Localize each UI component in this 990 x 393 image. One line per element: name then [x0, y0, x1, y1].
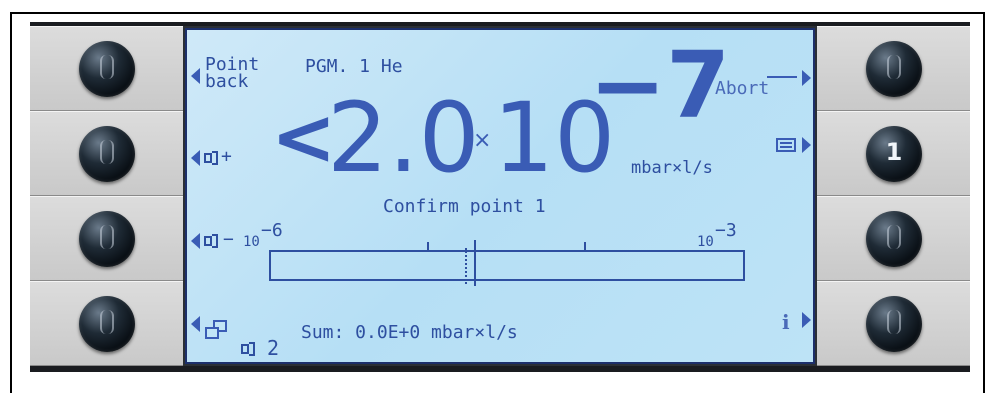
- softkey-number: 1: [885, 138, 903, 166]
- arrow-left-icon: [191, 316, 200, 332]
- speaker-bracket: [212, 234, 218, 248]
- key-panel-right-3: [817, 196, 970, 281]
- message-text: Confirm point 1: [383, 196, 546, 217]
- arrow-right-icon: [802, 70, 811, 86]
- frame-line-left: [10, 12, 12, 393]
- speaker-icon: [204, 153, 212, 163]
- key-panel-right-4: [817, 281, 970, 366]
- key-mark: [887, 55, 901, 79]
- softkey-right-1[interactable]: [866, 41, 922, 97]
- key-mark: [887, 310, 901, 334]
- softkey-left-4[interactable]: [79, 296, 135, 352]
- volume-down-label[interactable]: −: [223, 229, 234, 250]
- key-mark: [100, 140, 114, 164]
- sum-label: Sum: 0.0E+0 mbar×l/s: [301, 322, 518, 343]
- lcd-screen: Point back PGM. 1 He Abort < 2.0 × 10 −7…: [185, 28, 815, 364]
- device-panel: 1 Point back PGM. 1 He Abort < 2.0 × 10 …: [30, 22, 970, 372]
- arrow-left-icon: [191, 68, 200, 84]
- speaker-icon: [204, 236, 212, 246]
- softkey-left-3[interactable]: [79, 211, 135, 267]
- frame-line-right: [983, 12, 985, 393]
- bar-marker-setpoint: [465, 248, 467, 284]
- key-mark: [100, 55, 114, 79]
- list-icon[interactable]: [776, 138, 796, 152]
- volume-level: 2: [267, 336, 280, 360]
- key-mark: [100, 310, 114, 334]
- key-panel-left-1: [30, 26, 183, 111]
- program-label: PGM. 1 He: [305, 56, 403, 77]
- scale-min-exp: −6: [261, 220, 283, 241]
- reading-mantissa: 2.0: [327, 82, 480, 194]
- info-icon[interactable]: i: [782, 310, 790, 334]
- key-panel-right-1: [817, 26, 970, 111]
- softkey-left-2[interactable]: [79, 126, 135, 182]
- frame-line-top: [10, 12, 985, 14]
- point-back-line-2: back: [205, 71, 249, 92]
- key-panel-left-3: [30, 196, 183, 281]
- abort-line: [767, 76, 797, 78]
- key-panel-left-4: [30, 281, 183, 366]
- key-mark: [100, 225, 114, 249]
- scale-min-base: 10: [243, 234, 260, 250]
- reading-unit: mbar×l/s: [631, 158, 713, 178]
- arrow-left-icon: [191, 233, 200, 249]
- speaker-bracket: [249, 342, 255, 356]
- arrow-right-icon: [802, 312, 811, 328]
- key-mark: [887, 225, 901, 249]
- speaker-bracket: [212, 151, 218, 165]
- volume-up-label[interactable]: +: [221, 146, 232, 167]
- scale-max-exp: −3: [715, 220, 737, 241]
- speaker-icon: [241, 344, 249, 354]
- bezel-bottom: [30, 366, 970, 372]
- window-front: [205, 327, 219, 339]
- softkey-right-4[interactable]: [866, 296, 922, 352]
- reading-times: ×: [473, 128, 492, 153]
- key-panel-right-2: 1: [817, 111, 970, 196]
- windows-icon[interactable]: [205, 320, 229, 340]
- bar-graph: [269, 250, 745, 281]
- softkey-right-2[interactable]: 1: [866, 126, 922, 182]
- reading-exponent: −7: [589, 32, 731, 139]
- softkey-left-1[interactable]: [79, 41, 135, 97]
- point-back-label[interactable]: Point back: [205, 56, 259, 92]
- softkey-right-3[interactable]: [866, 211, 922, 267]
- bar-marker-current: [474, 240, 476, 286]
- scale-max-base: 10: [697, 234, 714, 250]
- arrow-left-icon: [191, 150, 200, 166]
- key-panel-left-2: [30, 111, 183, 196]
- arrow-right-icon: [802, 137, 811, 153]
